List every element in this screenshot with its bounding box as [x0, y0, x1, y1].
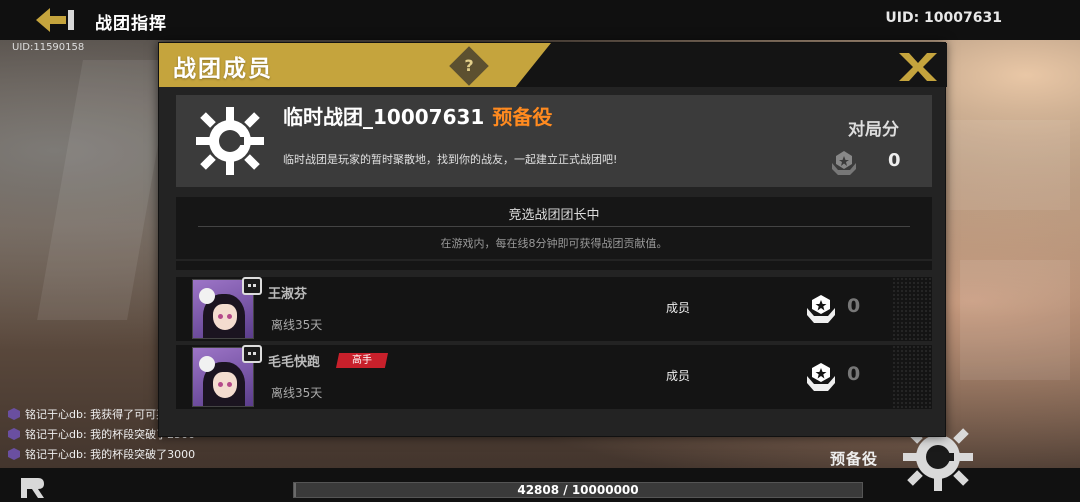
panel-header: 战团成员 ? — [159, 43, 947, 87]
chat-text: 铭记于心db: 我获得了可可英 — [25, 408, 168, 421]
chat-badge-icon — [8, 448, 20, 460]
help-icon[interactable]: ? — [449, 46, 489, 86]
chat-bubble-icon[interactable] — [242, 345, 262, 363]
member-name: 毛毛快跑 — [268, 355, 321, 370]
member-row[interactable]: 王淑芬 离线35天 成员 0 — [176, 277, 932, 341]
member-name: 王淑芬 — [268, 287, 308, 302]
page-title: 战团指挥 — [95, 14, 167, 34]
row-pattern — [892, 277, 932, 341]
election-banner: 竞选战团团长中 在游戏内，每在线8分钟即可获得战团贡献值。 — [176, 197, 932, 259]
close-icon[interactable] — [897, 51, 939, 83]
top-bar: 战团指挥 UID: 10007631 — [0, 0, 1080, 40]
rank-label: 预备役 — [830, 450, 879, 468]
rank-icon[interactable] — [18, 474, 48, 500]
member-role: 成员 — [666, 369, 691, 383]
team-name: 临时战团_10007631 预备役 — [283, 101, 552, 130]
chat-text: 铭记于心db: 我的杯段突破了3000 — [25, 448, 196, 461]
panel-title: 战团成员 — [173, 56, 273, 82]
team-name-text: 临时战团_10007631 — [283, 105, 485, 129]
partial-list-row — [176, 261, 932, 270]
team-members-panel: 战团成员 ? 临时战团_10007631 预备役 临时战团是玩家的暂时聚散地，找到… — [158, 42, 947, 437]
match-score-label: 对局分 — [848, 120, 899, 140]
secondary-uid: UID:11590158 — [12, 42, 85, 53]
match-score-value: 0 — [888, 150, 901, 171]
chat-message[interactable]: 铭记于心db: 我的杯段突破了3000 — [8, 446, 198, 462]
member-rank-badge: 高手 — [336, 353, 388, 368]
member-role: 成员 — [666, 301, 691, 315]
back-arrow-icon[interactable] — [36, 6, 76, 34]
member-score: 0 — [847, 363, 861, 385]
row-pattern — [892, 345, 932, 409]
player-uid: UID: 10007631 — [885, 10, 1002, 26]
progress-text: 42808 / 10000000 — [517, 483, 639, 497]
election-title: 竞选战团团长中 — [508, 208, 600, 223]
chat-badge-icon — [8, 408, 20, 420]
team-tag: 预备役 — [492, 105, 553, 129]
contribution-hands-icon — [807, 363, 835, 391]
member-score: 0 — [847, 295, 861, 317]
chat-badge-icon — [8, 428, 20, 440]
team-info-card: 临时战团_10007631 预备役 临时战团是玩家的暂时聚散地，找到你的战友，一起… — [176, 95, 932, 187]
contribution-hands-icon — [807, 295, 835, 323]
election-description: 在游戏内，每在线8分钟即可获得战团贡献值。 — [440, 237, 668, 250]
score-hands-icon — [832, 151, 856, 175]
team-gear-emblem-icon — [196, 107, 264, 175]
member-status: 离线35天 — [271, 318, 323, 332]
divider — [198, 226, 910, 227]
member-row[interactable]: 毛毛快跑 高手 离线35天 成员 0 — [176, 345, 932, 409]
member-status: 离线35天 — [271, 386, 323, 400]
chat-bubble-icon[interactable] — [242, 277, 262, 295]
help-glyph: ? — [464, 56, 474, 75]
experience-progress-bar: 42808 / 10000000 — [293, 482, 863, 498]
team-description: 临时战团是玩家的暂时聚散地，找到你的战友，一起建立正式战团吧! — [283, 153, 618, 166]
